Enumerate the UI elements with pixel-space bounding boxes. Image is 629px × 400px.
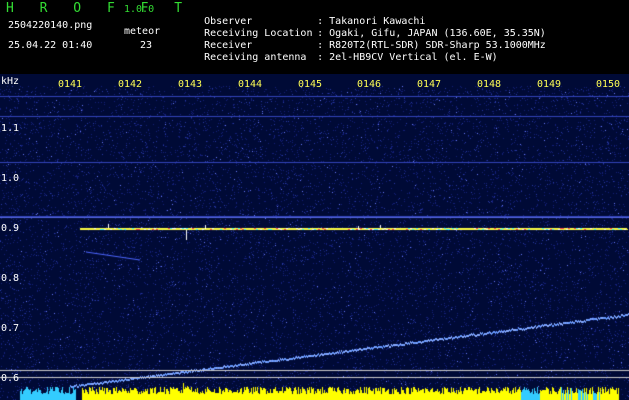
meteor-count: 23 — [140, 40, 153, 51]
freq-tick-label: 0.6 — [1, 373, 20, 384]
spectrogram-canvas — [0, 74, 629, 400]
time-tick-label: 0150 — [596, 79, 621, 90]
info-antenna: Receiving antenna:2el-HB9CV Vertical (el… — [180, 40, 498, 76]
time-tick-label: 0143 — [178, 79, 203, 90]
time-tick-label: 0141 — [58, 79, 83, 90]
info-separator: : — [317, 52, 324, 63]
info-key: Receiving antenna — [204, 52, 307, 63]
time-tick-label: 0148 — [477, 79, 502, 90]
app-logo: H R O F F T — [6, 1, 192, 16]
freq-tick-label: 1.0 — [1, 173, 20, 184]
image-filename: 2504220140.png — [8, 20, 93, 31]
time-tick-label: 0144 — [238, 79, 263, 90]
time-tick-label: 0149 — [537, 79, 562, 90]
time-tick-label: 0145 — [298, 79, 323, 90]
info-value: 2el-HB9CV Vertical (el. E-W) — [329, 52, 498, 63]
time-tick-label: 0146 — [357, 79, 382, 90]
freq-tick-label: 0.8 — [1, 273, 20, 284]
freq-tick-label: 0.9 — [1, 223, 20, 234]
freq-tick-label: 1.1 — [1, 123, 20, 134]
freq-tick-label: 0.7 — [1, 323, 20, 334]
app-version: 1.0.0 — [124, 4, 155, 15]
frequency-unit-label: kHz — [1, 76, 20, 87]
time-tick-label: 0142 — [118, 79, 143, 90]
header-panel: H R O F F T 1.0.0 2504220140.png 25.04.2… — [0, 0, 629, 74]
time-tick-label: 0147 — [417, 79, 442, 90]
meteor-label: meteor — [124, 26, 161, 37]
capture-datetime: 25.04.22 01:40 — [8, 40, 93, 51]
